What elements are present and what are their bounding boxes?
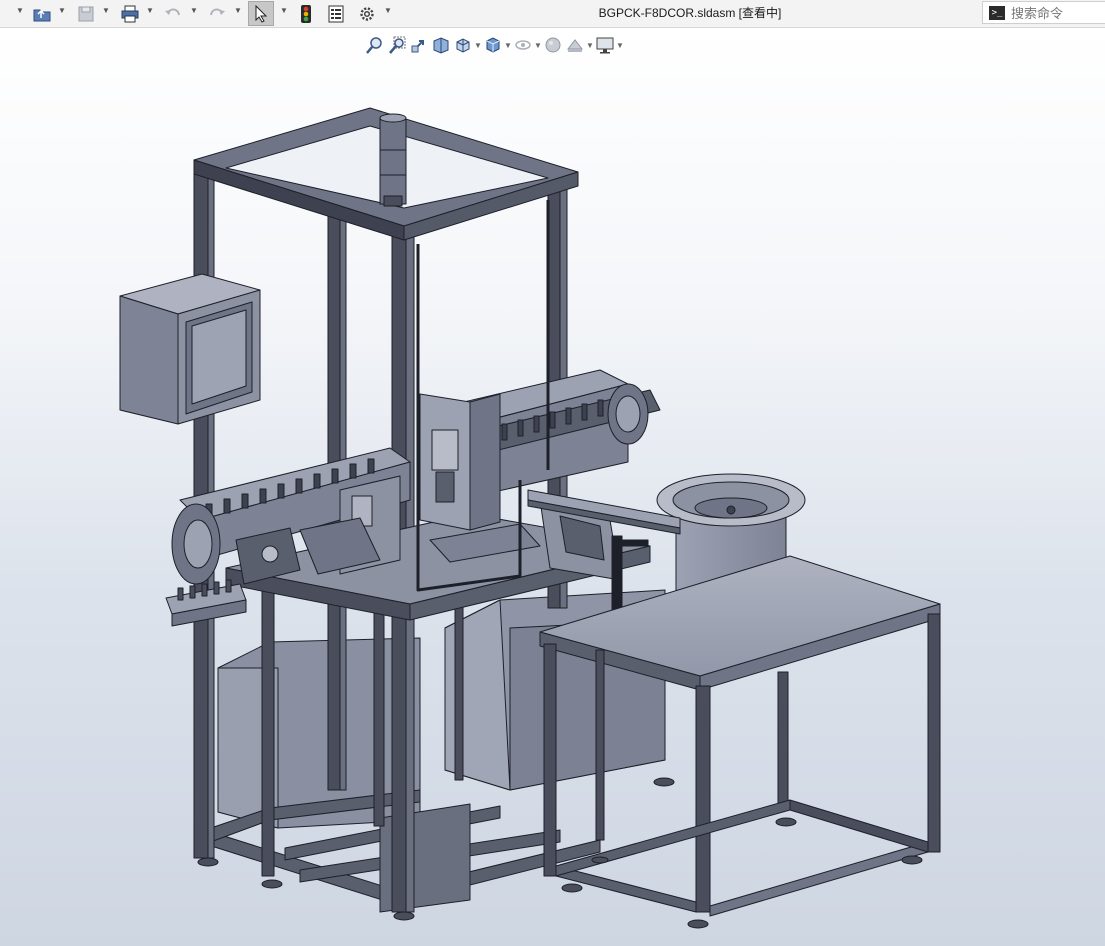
save-icon xyxy=(78,6,94,21)
open-dropdown-caret[interactable]: ▼ xyxy=(58,7,66,15)
redo-button[interactable] xyxy=(206,3,228,24)
redo-dropdown-caret[interactable]: ▼ xyxy=(234,7,242,15)
print-button[interactable] xyxy=(118,3,142,24)
assembly-model[interactable] xyxy=(0,28,1105,946)
command-prompt-icon: >_ xyxy=(989,5,1005,20)
options-button[interactable] xyxy=(355,3,379,24)
select-dropdown-caret[interactable]: ▼ xyxy=(280,7,288,15)
undo-button[interactable] xyxy=(162,3,184,24)
print-icon xyxy=(121,5,139,22)
save-dropdown-caret[interactable]: ▼ xyxy=(102,7,110,15)
options-gear-icon xyxy=(360,6,374,21)
save-button[interactable] xyxy=(74,3,98,24)
file-properties-icon xyxy=(328,5,344,22)
new-dropdown-caret[interactable]: ▼ xyxy=(16,7,24,15)
title-bar: ▼ ▼ ▼ ▼ ▼ ▼ ▼ ▼ BGPCK-F8DCOR.sldasm [查看中… xyxy=(0,0,1105,28)
redo-icon xyxy=(210,8,225,15)
search-commands-box[interactable]: >_ 搜索命令 xyxy=(982,1,1105,24)
undo-icon xyxy=(165,8,180,15)
select-button[interactable] xyxy=(248,1,274,26)
search-placeholder: 搜索命令 xyxy=(1011,6,1064,21)
file-properties-button[interactable] xyxy=(324,3,348,24)
control-box xyxy=(119,273,261,425)
document-title: BGPCK-F8DCOR.sldasm [查看中] xyxy=(598,6,782,20)
open-folder-icon xyxy=(33,9,51,21)
open-button[interactable] xyxy=(30,3,54,24)
traffic-light-icon xyxy=(301,4,311,23)
graphics-area[interactable]: ▼ ▼ ▼ ▼ ▼ xyxy=(0,28,1105,946)
signal-tower xyxy=(379,113,407,207)
front-feeder xyxy=(165,579,247,627)
select-arrow-icon xyxy=(255,4,268,23)
options-dropdown-caret[interactable]: ▼ xyxy=(384,7,392,15)
rebuild-button[interactable] xyxy=(296,3,316,24)
print-dropdown-caret[interactable]: ▼ xyxy=(146,7,154,15)
undo-dropdown-caret[interactable]: ▼ xyxy=(190,7,198,15)
